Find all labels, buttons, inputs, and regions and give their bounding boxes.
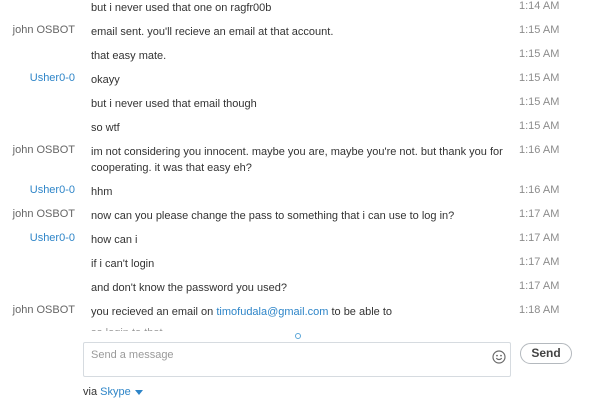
message-text: but i never used that one on ragfr00b: [91, 2, 272, 14]
message-composer[interactable]: [83, 342, 511, 377]
message-text: if i can't login: [91, 258, 155, 270]
message-sender[interactable]: Usher0-0: [0, 72, 75, 84]
message-time: 1:15 AM: [519, 120, 560, 132]
message-time: 1:15 AM: [519, 72, 560, 84]
message-time: 1:17 AM: [519, 256, 560, 268]
message-sender[interactable]: Usher0-0: [0, 232, 75, 244]
message-time: 1:17 AM: [519, 232, 560, 244]
message-text: okayy: [91, 74, 120, 86]
message-sender[interactable]: john OSBOT: [0, 144, 75, 156]
caret-down-icon[interactable]: [134, 389, 143, 395]
message-input[interactable]: [91, 347, 471, 363]
service-selector: via Skype: [83, 386, 143, 398]
new-messages-indicator[interactable]: [295, 333, 301, 339]
message-time: 1:14 AM: [519, 0, 560, 12]
service-label[interactable]: Skype: [100, 386, 131, 398]
email-link[interactable]: timofudala@gmail.com: [216, 306, 328, 318]
message-time: 1:15 AM: [519, 48, 560, 60]
message-text: you recieved an email on timofudala@gmai…: [91, 304, 511, 320]
service-dropdown[interactable]: Skype: [100, 386, 143, 398]
message-sender[interactable]: john OSBOT: [0, 208, 75, 220]
message-sender[interactable]: john OSBOT: [0, 24, 75, 36]
message-sender[interactable]: john OSBOT: [0, 304, 75, 316]
message-text: so wtf: [91, 122, 120, 134]
send-button[interactable]: Send: [520, 343, 572, 364]
message-text: how can i: [91, 234, 138, 246]
message-text: and don't know the password you used?: [91, 282, 287, 294]
message-time: 1:17 AM: [519, 280, 560, 292]
message-time: 1:15 AM: [519, 24, 560, 36]
message-time: 1:17 AM: [519, 208, 560, 220]
message-time: 1:18 AM: [519, 304, 560, 316]
smiley-icon[interactable]: [492, 350, 506, 364]
message-text: but i never used that email though: [91, 98, 257, 110]
message-time: 1:15 AM: [519, 96, 560, 108]
message-text: hhm: [91, 186, 113, 198]
message-text: im not considering you innocent. maybe y…: [91, 146, 503, 174]
message-text-before: you recieved an email on: [91, 306, 217, 318]
message-time: 1:16 AM: [519, 144, 560, 156]
via-label: via: [83, 386, 98, 398]
message-time: 1:16 AM: [519, 184, 560, 196]
message-text: now can you please change the pass to so…: [91, 210, 455, 222]
message-text: email sent. you'll recieve an email at t…: [91, 26, 334, 38]
message-sender[interactable]: Usher0-0: [0, 184, 75, 196]
partial-message-text: so login to that email: [91, 325, 191, 331]
message-text-after: to be able to: [328, 306, 393, 318]
chat-history: but i never used that one on ragfr00b 1:…: [0, 0, 600, 332]
message-text: that easy mate.: [91, 50, 167, 62]
